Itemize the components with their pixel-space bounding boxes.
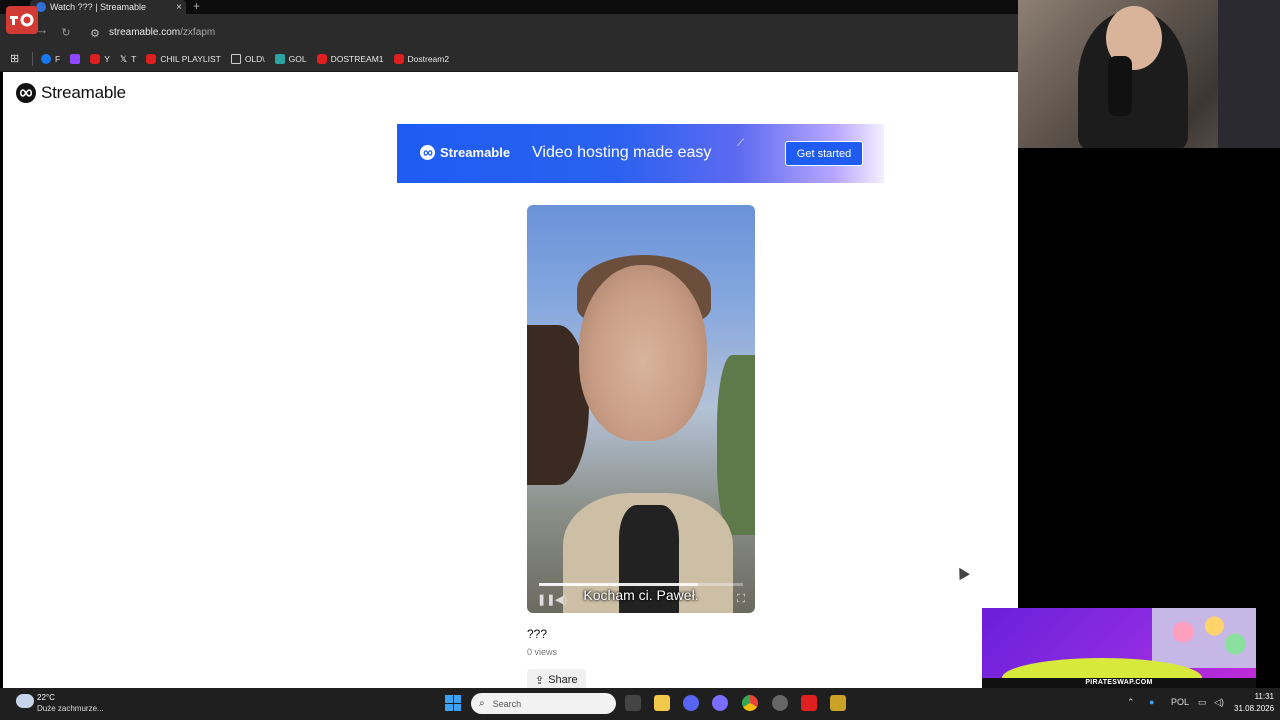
site-info-icon[interactable]: ⚙ (90, 27, 100, 40)
search-icon: ⌕ (479, 698, 485, 709)
settings-icon[interactable] (772, 695, 788, 711)
bookmark-label: T (131, 53, 137, 64)
bookmark-twitch[interactable] (70, 53, 81, 64)
file-explorer-icon[interactable] (654, 695, 670, 711)
facebook-icon (41, 53, 51, 64)
search-placeholder: Search (492, 698, 522, 709)
bookmark-separator (32, 51, 33, 66)
bookmark-y[interactable]: Y (90, 53, 110, 64)
sparkle-app-icon[interactable] (712, 695, 728, 711)
bookmark-label: CHIL PLAYLIST (160, 53, 221, 64)
streamable-logo-icon (16, 83, 36, 103)
video-frame-face (579, 265, 707, 441)
streamable-logo-icon (420, 145, 435, 160)
discord-icon[interactable] (683, 695, 699, 711)
address-bar[interactable] (84, 20, 1014, 46)
weather-cloud-icon[interactable] (16, 694, 34, 708)
streamlabs-icon[interactable] (801, 695, 817, 711)
tab-close-icon[interactable]: × (172, 2, 186, 13)
logo-text: Streamable (41, 83, 126, 102)
bookmark-t[interactable]: 𝕏T (120, 54, 136, 64)
webcam-background-shelf (1218, 0, 1280, 148)
tab-title: Watch ??? | Streamable (50, 2, 147, 12)
youtube-icon (393, 53, 404, 64)
sponsor-flowers-graphic (1152, 608, 1256, 668)
tab-active[interactable]: Watch ??? | Streamable × (30, 0, 186, 14)
new-tab-button[interactable]: + (193, 0, 200, 12)
weather-description[interactable]: Duże zachmurze... (37, 704, 104, 713)
tray-mic-icon[interactable]: ● (1149, 697, 1154, 707)
sparkle-icon: ⟋ (737, 138, 744, 149)
chrome-icon[interactable] (742, 695, 758, 711)
infinity-icon (423, 149, 432, 156)
taskbar-search[interactable]: ⌕ Search (471, 693, 616, 714)
youtube-icon (316, 53, 327, 64)
gol-icon (274, 53, 285, 64)
apps-grid-icon[interactable]: ⊞ (10, 52, 30, 65)
ad-banner[interactable]: Streamable Video hosting made easy ⟋ Get… (397, 124, 884, 183)
ad-logo-text: Streamable (440, 145, 511, 160)
bookmark-label: GOL (288, 53, 307, 64)
url-host: streamable.com (109, 27, 181, 38)
clock-time[interactable]: 11:31 (1248, 692, 1274, 701)
reload-icon[interactable]: ↻ (58, 26, 74, 39)
network-icon[interactable]: ▭ (1198, 697, 1207, 708)
bookmark-dostream1[interactable]: DOSTREAM1 (316, 53, 384, 64)
x-icon: 𝕏 (119, 53, 128, 64)
youtube-icon (90, 53, 101, 64)
share-label: Share (548, 674, 578, 686)
view-count: 0 views (527, 647, 558, 657)
video-player[interactable]: ❚❚ ◀) ⛶ Kocham ci. Paweł. (527, 205, 755, 613)
weather-temperature[interactable]: 22°C (37, 693, 55, 702)
share-icon: ⇪ (535, 674, 545, 687)
sponsor-overlay: PIRATESWAP.COM (982, 608, 1256, 688)
streamer-logo-graphic (10, 13, 34, 27)
bookmark-old[interactable]: OLD\ (230, 53, 265, 64)
streamer-logo-icon (6, 6, 38, 34)
bookmark-label: Dostream2 (407, 53, 450, 64)
youtube-icon (146, 53, 157, 64)
ad-logo: Streamable (420, 145, 510, 160)
get-started-button[interactable]: Get started (785, 141, 863, 166)
bookmarks-bar: ⊞ F Y 𝕏T CHIL PLAYLIST OLD\ GOL DOSTREAM… (0, 46, 1018, 72)
bookmark-label: Y (104, 53, 110, 64)
infinity-icon (19, 89, 33, 97)
ad-tagline: Video hosting made easy (532, 144, 712, 161)
url-text[interactable]: streamable.com/zxfapm (109, 27, 215, 38)
microphone-icon (1108, 56, 1132, 116)
clock-date[interactable]: 31.08.2026 (1234, 704, 1274, 713)
bookmark-f[interactable]: F (41, 53, 61, 64)
video-frame-tree (717, 355, 755, 535)
site-logo[interactable]: Streamable (16, 83, 126, 103)
windows-taskbar: 22°C Duże zachmurze... ⌕ Search ⌃ ● POL … (0, 688, 1280, 720)
task-view-icon[interactable] (625, 695, 641, 711)
folder-icon (230, 53, 241, 64)
url-path: /zxfapm (180, 27, 216, 38)
league-icon[interactable] (830, 695, 846, 711)
bookmark-dostream2[interactable]: Dostream2 (393, 53, 450, 64)
video-caption: Kocham ci. Paweł. (583, 587, 699, 603)
bookmark-label: OLD\ (244, 53, 265, 64)
video-title: ??? (527, 627, 548, 641)
bookmark-gol[interactable]: GOL (274, 53, 307, 64)
bookmark-chil-playlist[interactable]: CHIL PLAYLIST (146, 53, 221, 64)
language-indicator[interactable]: POL (1171, 697, 1189, 707)
sponsor-text: PIRATESWAP.COM (1085, 679, 1153, 686)
video-progress-fill (539, 583, 699, 586)
tab-strip: Watch ??? | Streamable × + (0, 0, 1018, 14)
tray-expand-icon[interactable]: ⌃ (1127, 697, 1135, 708)
speaker-icon[interactable]: ◁) (1214, 697, 1224, 708)
windows-start-icon[interactable] (445, 695, 461, 711)
bookmark-label: DOSTREAM1 (330, 53, 384, 64)
streamable-page: Streamable Streamable Video hosting made… (3, 72, 1018, 688)
twitch-icon (70, 53, 81, 64)
webcam-overlay (1018, 0, 1280, 148)
bookmark-label: F (55, 53, 61, 64)
video-progress-bar[interactable] (539, 583, 743, 586)
share-button[interactable]: ⇪ Share (527, 669, 586, 688)
